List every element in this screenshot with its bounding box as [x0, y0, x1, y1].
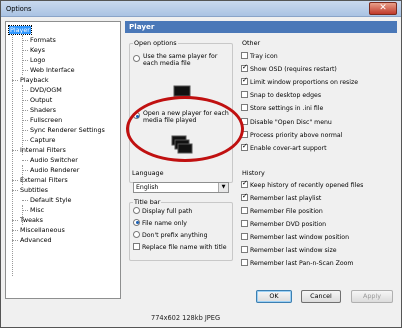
disable-open-disc-checkbox[interactable]: Disable "Open Disc" menu: [241, 117, 332, 128]
language-value: English: [136, 184, 159, 191]
snap-to-edges-checkbox[interactable]: Snap to desktop edges: [241, 90, 321, 101]
category-tree[interactable]: Player Formats Keys Logo Web Interface P…: [5, 21, 121, 299]
language-label: Language: [131, 169, 165, 177]
remember-window-size-checkbox[interactable]: Remember last window size: [241, 245, 337, 256]
remember-dvd-position-checkbox[interactable]: Remember DVD position: [241, 219, 326, 230]
title-bar[interactable]: Options ✕: [1, 1, 401, 17]
chevron-down-icon: ▼: [218, 183, 228, 192]
tree-item-keys[interactable]: Keys: [30, 45, 45, 55]
tray-icon-checkbox[interactable]: Tray icon: [241, 51, 278, 62]
history-label: History: [241, 169, 266, 177]
remember-file-position-checkbox[interactable]: Remember File position: [241, 206, 323, 217]
same-player-radio[interactable]: [133, 55, 140, 62]
limit-window-proportions-checkbox[interactable]: Limit window proportions on resize: [241, 76, 358, 88]
tree-item-shaders[interactable]: Shaders: [30, 105, 56, 115]
tree-item-external-filters[interactable]: External Filters: [20, 175, 68, 185]
tree-item-output[interactable]: Output: [30, 95, 52, 105]
tree-item-tweaks[interactable]: Tweaks: [20, 215, 43, 225]
tree-item-dvd-ogm[interactable]: DVD/OGM: [30, 85, 62, 95]
language-select[interactable]: English ▼: [133, 182, 229, 193]
close-button[interactable]: ✕: [369, 2, 397, 15]
file-name-only-option[interactable]: File name only: [133, 218, 187, 229]
tree-item-internal-filters[interactable]: Internal Filters: [20, 145, 66, 155]
tree-item-misc[interactable]: Misc: [30, 205, 44, 215]
tree-item-audio-renderer[interactable]: Audio Renderer: [30, 165, 79, 175]
display-full-path-option[interactable]: Display full path: [133, 206, 192, 217]
tree-item-capture[interactable]: Capture: [30, 135, 55, 145]
tree-item-web-interface[interactable]: Web Interface: [30, 65, 75, 75]
tree-item-sync-renderer-settings[interactable]: Sync Renderer Settings: [30, 125, 105, 135]
cancel-button[interactable]: Cancel: [301, 290, 341, 303]
remember-window-position-checkbox[interactable]: Remember last window position: [241, 232, 349, 243]
open-options-label: Open options: [133, 39, 178, 47]
annotation-circle: [126, 96, 244, 162]
dont-prefix-option[interactable]: Don't prefix anything: [133, 230, 208, 241]
tree-item-formats[interactable]: Formats: [30, 35, 56, 45]
other-label: Other: [241, 39, 262, 47]
replace-with-title-checkbox[interactable]: Replace file name with title: [133, 242, 227, 253]
tree-item-default-style[interactable]: Default Style: [30, 195, 71, 205]
ok-button[interactable]: OK: [256, 290, 292, 303]
tree-item-audio-switcher[interactable]: Audio Switcher: [30, 155, 78, 165]
remember-pan-scan-checkbox[interactable]: Remember last Pan-n-Scan Zoom: [241, 258, 353, 269]
tree-item-playback[interactable]: Playback: [20, 75, 49, 85]
tree-item-player[interactable]: Player: [8, 25, 32, 35]
tree-item-logo[interactable]: Logo: [30, 55, 45, 65]
cover-art-checkbox[interactable]: Enable cover-art support: [241, 142, 327, 154]
show-osd-checkbox[interactable]: Show OSD (requires restart): [241, 63, 337, 75]
process-priority-checkbox[interactable]: Process priority above normal: [241, 130, 342, 141]
options-window: Options ✕ Player Formats Keys Logo Web I…: [0, 0, 402, 328]
tree-item-miscellaneous[interactable]: Miscellaneous: [20, 225, 65, 235]
same-player-label[interactable]: Use the same player for each media file: [143, 53, 229, 68]
panel-title: Player: [125, 21, 397, 33]
tree-item-subtitles[interactable]: Subtitles: [20, 185, 48, 195]
tree-item-advanced[interactable]: Advanced: [20, 235, 52, 245]
remember-playlist-checkbox[interactable]: Remember last playlist: [241, 192, 321, 204]
apply-button[interactable]: Apply: [351, 290, 393, 303]
title-bar-label: Title bar: [133, 198, 162, 206]
keep-history-checkbox[interactable]: Keep history of recently opened files: [241, 179, 363, 191]
image-caption: 774x602 128kb JPEG: [151, 314, 221, 322]
window-title: Options: [6, 5, 32, 13]
store-ini-checkbox[interactable]: Store settings in .ini file: [241, 103, 323, 114]
tree-item-fullscreen[interactable]: Fullscreen: [30, 115, 62, 125]
